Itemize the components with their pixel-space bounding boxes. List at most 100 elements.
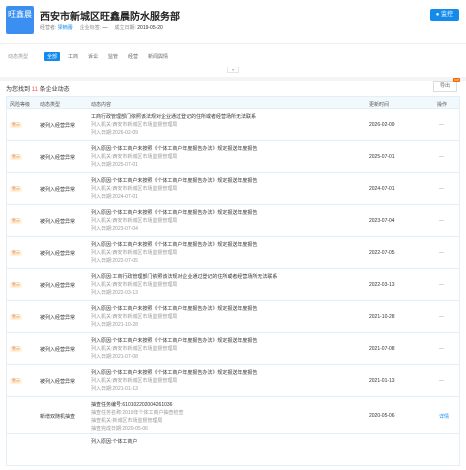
table-row: 警示 被列入经营异常 列入原因:个体工商户未按照《个体工商户年度报告办法》规定报送年… [6,333,460,365]
event-type: 被列入经营异常 [40,315,76,321]
company-meta: 经营者: 梁楠蕾 企业标签: — 成立日期: 2019-05-20 [40,24,163,31]
event-detail-line: 列入机关:西安市新城区市场监督管理局 [91,346,178,352]
risk-badge: 警示 [10,122,22,128]
result-summary: 为您找到 11 条企业动态 [6,84,70,93]
event-type: 被列入经营异常 [40,379,76,385]
filter-label: 动态类型 [8,54,29,60]
filter-regulation[interactable]: 监管 [105,52,121,61]
event-type: 被列入经营异常 [40,123,76,129]
event-detail-line: 工商行政管理部门依照该法规对企业通过登记的住所或者经营场所无法联系 [91,114,257,120]
detail-link[interactable]: 详情 [439,413,449,420]
filter-litigation[interactable]: 诉讼 [85,52,101,61]
export-label: 导出 [439,83,450,89]
op-placeholder: — [439,250,444,256]
event-detail-line: 列入日期:2022-03-13 [91,290,138,296]
found-date: 2019-05-20 [137,25,163,31]
table-row: 新增双随机抽查 抽查任务编号:6101022020042610​36 抽查任务名称:… [6,397,460,434]
op-placeholder: — [439,122,444,128]
event-detail-line: 列入原因:工商行政管理部门依照该法规对企业通过登记的住所或者经营场所无法联系 [91,274,278,280]
op-placeholder: — [439,314,444,320]
event-type: 被列入经营异常 [40,219,76,225]
table-row: 警示 被列入经营异常 列入原因:工商行政管理部门依照该法规对企业通过登记的住所或者经… [6,269,460,301]
op-placeholder: — [439,346,444,352]
event-detail-line: 列入原因:个体工商户 [91,439,138,445]
update-date: 2022-03-13 [369,282,395,288]
op-placeholder: — [439,378,444,384]
filter-business[interactable]: 工商 [65,52,81,61]
event-detail-line: 列入日期:2021-07-08 [91,354,138,360]
update-date: 2020-05-06 [369,413,395,419]
company-name: 西安市新城区旺鑫晨防水服务部 [40,12,180,23]
summary-prefix: 为您找到 [6,87,31,93]
event-detail-line: 列入日期:2024-07-01 [91,194,138,200]
event-detail-line: 列入原因:个体工商户未按照《个体工商户年度报告办法》规定报送年度报告 [91,146,258,152]
event-detail-line: 列入日期:2026-02-09 [91,130,138,136]
table-row: 警示 被列入经营异常 列入原因:个体工商户未按照《个体工商户年度报告办法》规定报送年… [6,365,460,397]
event-detail-line: 列入原因:个体工商户未按照《个体工商户年度报告办法》规定报送年度报告 [91,210,258,216]
event-detail-line: 抽查任务编号:6101022020042610​36 [91,402,173,408]
vip-badge: VIP [453,78,460,82]
col-date: 更新时间 [369,102,390,108]
risk-badge: 警示 [10,250,22,256]
event-detail-line: 列入原因:个体工商户未按照《个体工商户年度报告办法》规定报送年度报告 [91,306,258,312]
event-detail-line: 列入原因:个体工商户未按照《个体工商户年度报告办法》规定报送年度报告 [91,178,258,184]
table-row: 警示 被列入经营异常 工商行政管理部门依照该法规对企业通过登记的住所或者经营场所无法… [6,109,460,141]
table-row: 警示 被列入经营异常 列入原因:个体工商户未按照《个体工商户年度报告办法》规定报送年… [6,301,460,333]
found-label: 成立日期: [114,25,136,31]
event-detail-line: 抽查完成日期:2020-05-06 [91,426,148,432]
event-type: 被列入经营异常 [40,187,76,193]
update-date: 2021-01-13 [369,378,395,384]
risk-badge: 警示 [10,218,22,224]
update-date: 2021-10-28 [369,314,395,320]
event-detail-line: 列入机关:西安市新城区市场监督管理局 [91,250,178,256]
op-placeholder: — [439,154,444,160]
op-placeholder: — [439,186,444,192]
risk-badge: 警示 [10,154,22,160]
op-placeholder: — [439,218,444,224]
event-type: 被列入经营异常 [40,251,76,257]
event-type: 被列入经营异常 [40,283,76,289]
legal-rep-link[interactable]: 梁楠蕾 [58,25,73,31]
op-placeholder: — [439,282,444,288]
col-op: 操作 [437,102,448,108]
monitor-label: 监控 [440,12,453,18]
risk-badge: 警示 [10,282,22,288]
summary-count: 11 [31,87,38,93]
collapse-toggle[interactable]: ▾ [227,67,239,73]
filter-operation[interactable]: 经营 [125,52,141,61]
event-detail-line: 列入日期:2021-01-13 [91,386,138,392]
export-button[interactable]: 导出 VIP [433,78,460,92]
filter-news[interactable]: 新闻舆情 [145,52,171,61]
filter-all[interactable]: 全部 [44,52,61,61]
table-row: 警示 被列入经营异常 列入原因:个体工商户未按照《个体工商户年度报告办法》规定报送年… [6,237,460,269]
update-date: 2021-07-08 [369,346,395,352]
event-detail-line: 列入原因:个体工商户未按照《个体工商户年度报告办法》规定报送年度报告 [91,338,258,344]
update-date: 2022-07-05 [369,250,395,256]
status-value: — [102,25,108,31]
col-type: 动态类型 [40,102,61,108]
risk-badge: 警示 [10,314,22,320]
event-detail-line: 列入机关:西安市新城区市场监督管理局 [91,122,178,128]
monitor-icon: ● [435,12,440,18]
event-detail-line: 列入日期:2022-07-05 [91,258,138,264]
update-date: 2023-07-04 [369,218,395,224]
table-row: 警示 被列入经营异常 列入原因:个体工商户未按照《个体工商户年度报告办法》规定报送年… [6,141,460,173]
event-detail-line: 列入机关:西安市新城区市场监督管理局 [91,186,178,192]
event-detail-line: 列入机关:西安市新城区市场监督管理局 [91,218,178,224]
event-detail-line: 列入机关:西安市新城区市场监督管理局 [91,314,178,320]
update-date: 2024-07-01 [369,186,395,192]
event-detail-line: 列入机关:西安市新城区市场监督管理局 [91,378,178,384]
event-type: 被列入经营异常 [40,155,76,161]
event-type: 被列入经营异常 [40,347,76,353]
event-detail-line: 列入日期:2021-10-28 [91,322,138,328]
table-row: 警示 被列入经营异常 列入原因:个体工商户未按照《个体工商户年度报告办法》规定报送年… [6,205,460,237]
event-type: 新增双随机抽查 [40,414,76,420]
event-detail-line: 列入日期:2025-07-01 [91,162,138,168]
monitor-button[interactable]: ● 监控 [429,9,459,21]
event-detail-line: 抽查任务名称:2019年个体工商户抽查检查 [91,410,184,416]
event-detail-line: 列入机关:西安市新城区市场监督管理局 [91,154,178,160]
legal-rep-label: 经营者: [40,25,57,31]
section-divider [0,77,466,81]
company-logo: 旺鑫晨 [6,6,34,34]
event-detail-line: 列入原因:个体工商户未按照《个体工商户年度报告办法》规定报送年度报告 [91,242,258,248]
